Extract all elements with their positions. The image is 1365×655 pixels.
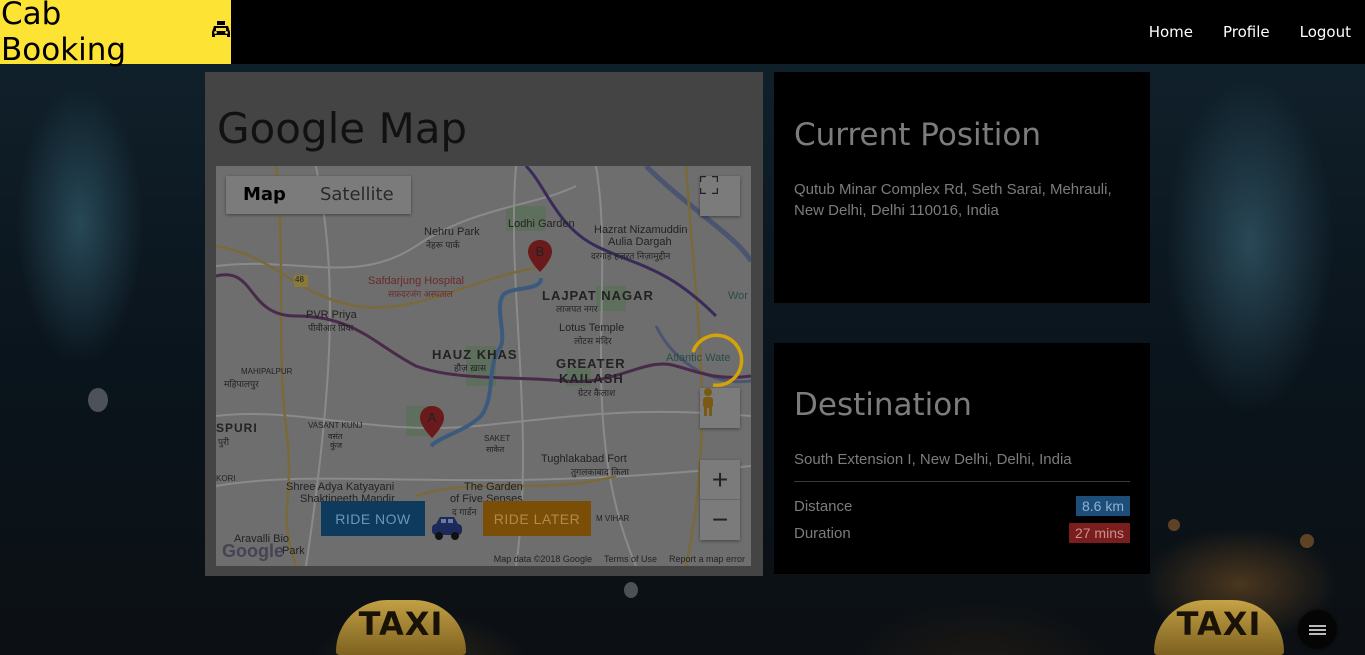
zoom-control: + − [700,460,740,540]
current-position-address: Qutub Minar Complex Rd, Seth Sarai, Mehr… [794,181,1112,219]
destination-card: Destination South Extension I, New Delhi… [774,343,1150,574]
map-label: The Garden [464,481,523,493]
google-map[interactable]: Lodhi Garden Nehru Park नेहरू पार्क Hazr… [216,166,751,566]
map-label: KAILASH [559,371,624,386]
marker-a-label: A [428,410,437,425]
map-label: सफ़दरजंग अस्पताल [388,289,453,299]
map-label: KORI [216,474,236,483]
map-label: पुरी [218,437,230,447]
marker-b[interactable]: B [528,240,552,272]
marker-b-label: B [536,244,545,259]
map-label: दरगाह हज़रत निज़ामुद्दीन [591,251,671,261]
bokeh-light [1300,534,1314,548]
map-label: PVR Priya [306,309,357,321]
map-label: SPURI [216,421,258,435]
map-panel: Google Map Lodhi Garden Nehru Park नेहरू… [205,72,763,576]
current-position-card: Current Position Qutub Minar Complex Rd,… [774,72,1150,303]
map-label: पीवीआर प्रिया [308,323,354,333]
hamburger-menu-icon [1309,623,1326,637]
map-label: Tughlakabad Fort [541,453,627,465]
bokeh-light [1168,519,1180,531]
map-type-map-button[interactable]: Map [226,176,303,214]
street-view-button[interactable] [700,388,740,428]
bokeh-light [88,388,108,412]
distance-row: Distance 8.6 km [794,496,1130,516]
duration-badge: 27 mins [1068,523,1130,543]
map-label: 48 [295,275,304,284]
destination-title: Destination [794,387,972,423]
taxi-icon [211,20,231,45]
zoom-out-button[interactable]: − [700,500,740,540]
map-data-attribution: Map data ©2018 Google [493,554,592,564]
map-label: Safdarjung Hospital [368,275,465,287]
map-label: Hazrat Nizamuddin [594,224,688,236]
map-label: महिपालपुर [224,379,259,389]
brand-title: Cab Booking [1,0,127,68]
map-label: Nehru Park [424,226,480,238]
map-label: साकेत [486,445,505,454]
distance-label: Distance [794,497,853,515]
bokeh-light [624,582,638,598]
map-label: लोटस मंदिर [574,336,612,346]
terms-of-use-link[interactable]: Terms of Use [604,554,657,564]
map-label: LAJPAT NAGAR [542,288,654,303]
map-type-control: Map Satellite [226,176,411,214]
map-footer: Map data ©2018 Google Terms of Use Repor… [494,554,745,564]
report-map-error-link[interactable]: Report a map error [669,554,745,564]
map-label: कुंज [330,441,343,450]
map-label: Park [282,545,305,557]
duration-row: Duration 27 mins [794,523,1130,543]
map-title: Google Map [217,104,468,153]
fullscreen-button[interactable] [700,176,740,216]
map-label: Lodhi Garden [508,218,575,230]
destination-address: South Extension I, New Delhi, Delhi, Ind… [794,451,1072,468]
map-label: ग्रेटर कैलाश [578,388,616,398]
ride-now-button[interactable]: RIDE NOW [321,501,425,536]
map-label: Lotus Temple [559,322,625,334]
map-label: MAHIPALPUR [241,367,293,376]
map-type-satellite-button[interactable]: Satellite [303,176,411,214]
current-position-title: Current Position [794,117,1041,153]
map-label: GREATER [556,356,626,371]
nav-logout-link[interactable]: Logout [1300,23,1351,41]
nav-profile-link[interactable]: Profile [1223,23,1270,41]
map-label: Wor [728,290,748,302]
ride-later-button[interactable]: RIDE LATER [483,501,591,536]
distance-badge: 8.6 km [1075,496,1130,516]
map-label: Shree Adya Katyayani [286,481,395,493]
map-label: नेहरू पार्क [426,240,460,250]
divider [794,481,1130,482]
map-label: हौज़ ख़ास [454,363,487,373]
map-label: M VIHAR [596,514,630,523]
zoom-in-button[interactable]: + [700,460,740,500]
car-icon [430,514,464,542]
map-label: तुगलकाबाद किला [571,467,629,477]
map-label: HAUZ KHAS [432,347,518,362]
top-navbar: Cab Booking Home Profile Logout [0,0,1365,68]
loading-spinner-icon [683,328,747,392]
duration-label: Duration [794,524,851,542]
floating-menu-button[interactable] [1298,610,1337,649]
map-label: लाजपत नगर [556,304,598,314]
map-label: Aulia Dargah [608,236,672,248]
nav-menu: Home Profile Logout [1119,0,1351,64]
brand-logo[interactable]: Cab Booking [0,0,231,68]
nav-home-link[interactable]: Home [1149,23,1193,41]
google-logo: Google [222,541,284,561]
map-label: VASANT KUNJ [308,421,363,430]
marker-a[interactable]: A [420,406,444,438]
map-label: SAKET [484,434,511,443]
